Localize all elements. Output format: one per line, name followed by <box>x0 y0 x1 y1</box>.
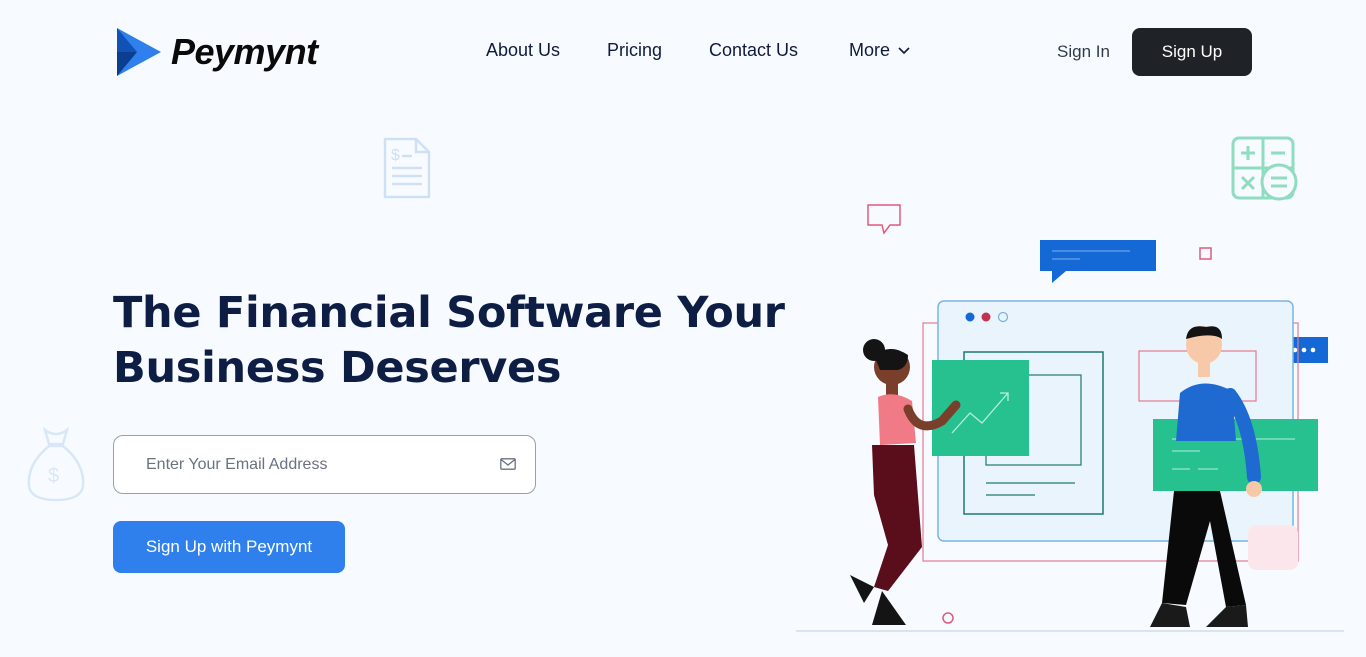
brand-logo[interactable]: Peymynt <box>113 26 318 78</box>
hero-illustration <box>796 204 1344 632</box>
chevron-down-icon <box>898 46 910 54</box>
nav-item-pricing[interactable]: Pricing <box>607 40 662 61</box>
hero-title-line-1: The Financial Software Your <box>113 288 785 338</box>
square-decor <box>1199 247 1212 260</box>
sign-in-link[interactable]: Sign In <box>1057 42 1110 62</box>
blue-chat-bubble <box>1040 240 1156 283</box>
nav-more-label: More <box>849 40 891 60</box>
nav-about-label: About Us <box>486 40 561 60</box>
nav-contact-label: Contact Us <box>709 40 799 60</box>
brand-name: Peymynt <box>171 31 318 72</box>
svg-text:$: $ <box>391 147 400 164</box>
email-field[interactable] <box>113 435 536 494</box>
nav-item-about[interactable]: About Us <box>486 40 560 61</box>
invoice-icon: $ <box>383 137 431 199</box>
nav-pricing-label: Pricing <box>607 40 663 60</box>
nav-item-contact[interactable]: Contact Us <box>709 40 798 61</box>
logo-mark-icon <box>117 28 161 76</box>
mail-icon <box>500 458 516 470</box>
circle-decor <box>942 612 954 624</box>
hero-title-line-2: Business Deserves <box>113 343 562 393</box>
money-bag-icon: $ <box>27 426 85 502</box>
email-input[interactable] <box>144 454 478 475</box>
nav-item-more[interactable]: More <box>849 40 910 61</box>
hero-title: The Financial Software Your Business Des… <box>113 286 793 396</box>
sign-up-button[interactable]: Sign Up <box>1132 28 1252 76</box>
calculator-icon <box>1231 136 1298 201</box>
svg-text:$: $ <box>48 465 59 487</box>
sign-up-with-peymynt-button[interactable]: Sign Up with Peymynt <box>113 521 345 573</box>
speech-bubble-outline-icon <box>867 204 901 235</box>
